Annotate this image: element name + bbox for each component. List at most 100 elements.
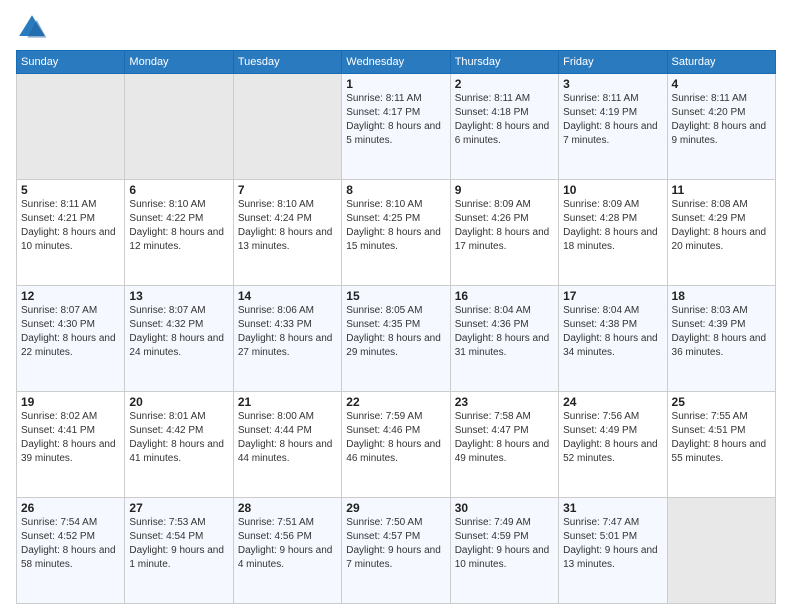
day-info: Sunrise: 8:06 AM Sunset: 4:33 PM Dayligh… [238,304,337,360]
day-number: 27 [129,501,228,515]
day-number: 4 [672,77,771,91]
day-number: 30 [455,501,554,515]
day-number: 29 [346,501,445,515]
day-cell [17,74,125,180]
week-row-2: 5Sunrise: 8:11 AM Sunset: 4:21 PM Daylig… [17,180,776,286]
header [16,12,776,44]
day-info: Sunrise: 8:03 AM Sunset: 4:39 PM Dayligh… [672,304,771,360]
day-cell: 28Sunrise: 7:51 AM Sunset: 4:56 PM Dayli… [233,498,341,604]
day-cell [125,74,233,180]
day-cell: 27Sunrise: 7:53 AM Sunset: 4:54 PM Dayli… [125,498,233,604]
day-info: Sunrise: 7:49 AM Sunset: 4:59 PM Dayligh… [455,516,554,572]
day-number: 20 [129,395,228,409]
day-cell: 17Sunrise: 8:04 AM Sunset: 4:38 PM Dayli… [559,286,667,392]
day-number: 8 [346,183,445,197]
day-info: Sunrise: 8:07 AM Sunset: 4:30 PM Dayligh… [21,304,120,360]
day-info: Sunrise: 8:08 AM Sunset: 4:29 PM Dayligh… [672,198,771,254]
day-info: Sunrise: 8:10 AM Sunset: 4:24 PM Dayligh… [238,198,337,254]
day-number: 14 [238,289,337,303]
weekday-header-tuesday: Tuesday [233,51,341,74]
day-cell: 31Sunrise: 7:47 AM Sunset: 5:01 PM Dayli… [559,498,667,604]
day-info: Sunrise: 8:02 AM Sunset: 4:41 PM Dayligh… [21,410,120,466]
day-number: 5 [21,183,120,197]
day-info: Sunrise: 8:04 AM Sunset: 4:36 PM Dayligh… [455,304,554,360]
day-number: 10 [563,183,662,197]
day-info: Sunrise: 8:11 AM Sunset: 4:17 PM Dayligh… [346,92,445,148]
day-info: Sunrise: 8:07 AM Sunset: 4:32 PM Dayligh… [129,304,228,360]
weekday-header-thursday: Thursday [450,51,558,74]
day-cell: 6Sunrise: 8:10 AM Sunset: 4:22 PM Daylig… [125,180,233,286]
logo [16,12,52,44]
week-row-4: 19Sunrise: 8:02 AM Sunset: 4:41 PM Dayli… [17,392,776,498]
day-info: Sunrise: 8:11 AM Sunset: 4:19 PM Dayligh… [563,92,662,148]
day-number: 13 [129,289,228,303]
day-number: 2 [455,77,554,91]
day-info: Sunrise: 8:11 AM Sunset: 4:21 PM Dayligh… [21,198,120,254]
day-cell: 18Sunrise: 8:03 AM Sunset: 4:39 PM Dayli… [667,286,775,392]
weekday-header-monday: Monday [125,51,233,74]
day-cell: 1Sunrise: 8:11 AM Sunset: 4:17 PM Daylig… [342,74,450,180]
day-info: Sunrise: 7:58 AM Sunset: 4:47 PM Dayligh… [455,410,554,466]
day-cell [233,74,341,180]
day-cell: 25Sunrise: 7:55 AM Sunset: 4:51 PM Dayli… [667,392,775,498]
day-cell: 4Sunrise: 8:11 AM Sunset: 4:20 PM Daylig… [667,74,775,180]
calendar-table: SundayMondayTuesdayWednesdayThursdayFrid… [16,50,776,604]
day-number: 1 [346,77,445,91]
day-info: Sunrise: 8:09 AM Sunset: 4:26 PM Dayligh… [455,198,554,254]
day-number: 12 [21,289,120,303]
day-cell: 3Sunrise: 8:11 AM Sunset: 4:19 PM Daylig… [559,74,667,180]
day-number: 19 [21,395,120,409]
day-number: 26 [21,501,120,515]
day-info: Sunrise: 7:50 AM Sunset: 4:57 PM Dayligh… [346,516,445,572]
day-number: 6 [129,183,228,197]
day-cell: 10Sunrise: 8:09 AM Sunset: 4:28 PM Dayli… [559,180,667,286]
day-cell: 30Sunrise: 7:49 AM Sunset: 4:59 PM Dayli… [450,498,558,604]
day-cell: 15Sunrise: 8:05 AM Sunset: 4:35 PM Dayli… [342,286,450,392]
week-row-3: 12Sunrise: 8:07 AM Sunset: 4:30 PM Dayli… [17,286,776,392]
day-number: 16 [455,289,554,303]
day-cell: 26Sunrise: 7:54 AM Sunset: 4:52 PM Dayli… [17,498,125,604]
weekday-header-row: SundayMondayTuesdayWednesdayThursdayFrid… [17,51,776,74]
day-cell: 19Sunrise: 8:02 AM Sunset: 4:41 PM Dayli… [17,392,125,498]
day-info: Sunrise: 7:53 AM Sunset: 4:54 PM Dayligh… [129,516,228,572]
day-cell: 24Sunrise: 7:56 AM Sunset: 4:49 PM Dayli… [559,392,667,498]
week-row-1: 1Sunrise: 8:11 AM Sunset: 4:17 PM Daylig… [17,74,776,180]
day-cell: 8Sunrise: 8:10 AM Sunset: 4:25 PM Daylig… [342,180,450,286]
day-cell: 29Sunrise: 7:50 AM Sunset: 4:57 PM Dayli… [342,498,450,604]
day-info: Sunrise: 8:11 AM Sunset: 4:20 PM Dayligh… [672,92,771,148]
day-number: 28 [238,501,337,515]
day-number: 9 [455,183,554,197]
day-cell: 12Sunrise: 8:07 AM Sunset: 4:30 PM Dayli… [17,286,125,392]
day-number: 31 [563,501,662,515]
day-number: 22 [346,395,445,409]
day-info: Sunrise: 8:10 AM Sunset: 4:22 PM Dayligh… [129,198,228,254]
day-cell: 16Sunrise: 8:04 AM Sunset: 4:36 PM Dayli… [450,286,558,392]
day-number: 3 [563,77,662,91]
weekday-header-friday: Friday [559,51,667,74]
day-info: Sunrise: 7:54 AM Sunset: 4:52 PM Dayligh… [21,516,120,572]
day-number: 23 [455,395,554,409]
day-info: Sunrise: 7:56 AM Sunset: 4:49 PM Dayligh… [563,410,662,466]
day-cell: 11Sunrise: 8:08 AM Sunset: 4:29 PM Dayli… [667,180,775,286]
day-cell: 22Sunrise: 7:59 AM Sunset: 4:46 PM Dayli… [342,392,450,498]
day-cell [667,498,775,604]
day-number: 24 [563,395,662,409]
day-info: Sunrise: 7:59 AM Sunset: 4:46 PM Dayligh… [346,410,445,466]
day-cell: 20Sunrise: 8:01 AM Sunset: 4:42 PM Dayli… [125,392,233,498]
weekday-header-wednesday: Wednesday [342,51,450,74]
day-cell: 5Sunrise: 8:11 AM Sunset: 4:21 PM Daylig… [17,180,125,286]
week-row-5: 26Sunrise: 7:54 AM Sunset: 4:52 PM Dayli… [17,498,776,604]
day-info: Sunrise: 8:10 AM Sunset: 4:25 PM Dayligh… [346,198,445,254]
day-number: 15 [346,289,445,303]
day-cell: 23Sunrise: 7:58 AM Sunset: 4:47 PM Dayli… [450,392,558,498]
day-number: 18 [672,289,771,303]
day-number: 17 [563,289,662,303]
day-cell: 2Sunrise: 8:11 AM Sunset: 4:18 PM Daylig… [450,74,558,180]
weekday-header-sunday: Sunday [17,51,125,74]
day-info: Sunrise: 8:00 AM Sunset: 4:44 PM Dayligh… [238,410,337,466]
page: SundayMondayTuesdayWednesdayThursdayFrid… [0,0,792,612]
day-info: Sunrise: 8:01 AM Sunset: 4:42 PM Dayligh… [129,410,228,466]
day-info: Sunrise: 8:09 AM Sunset: 4:28 PM Dayligh… [563,198,662,254]
day-info: Sunrise: 7:55 AM Sunset: 4:51 PM Dayligh… [672,410,771,466]
day-cell: 14Sunrise: 8:06 AM Sunset: 4:33 PM Dayli… [233,286,341,392]
